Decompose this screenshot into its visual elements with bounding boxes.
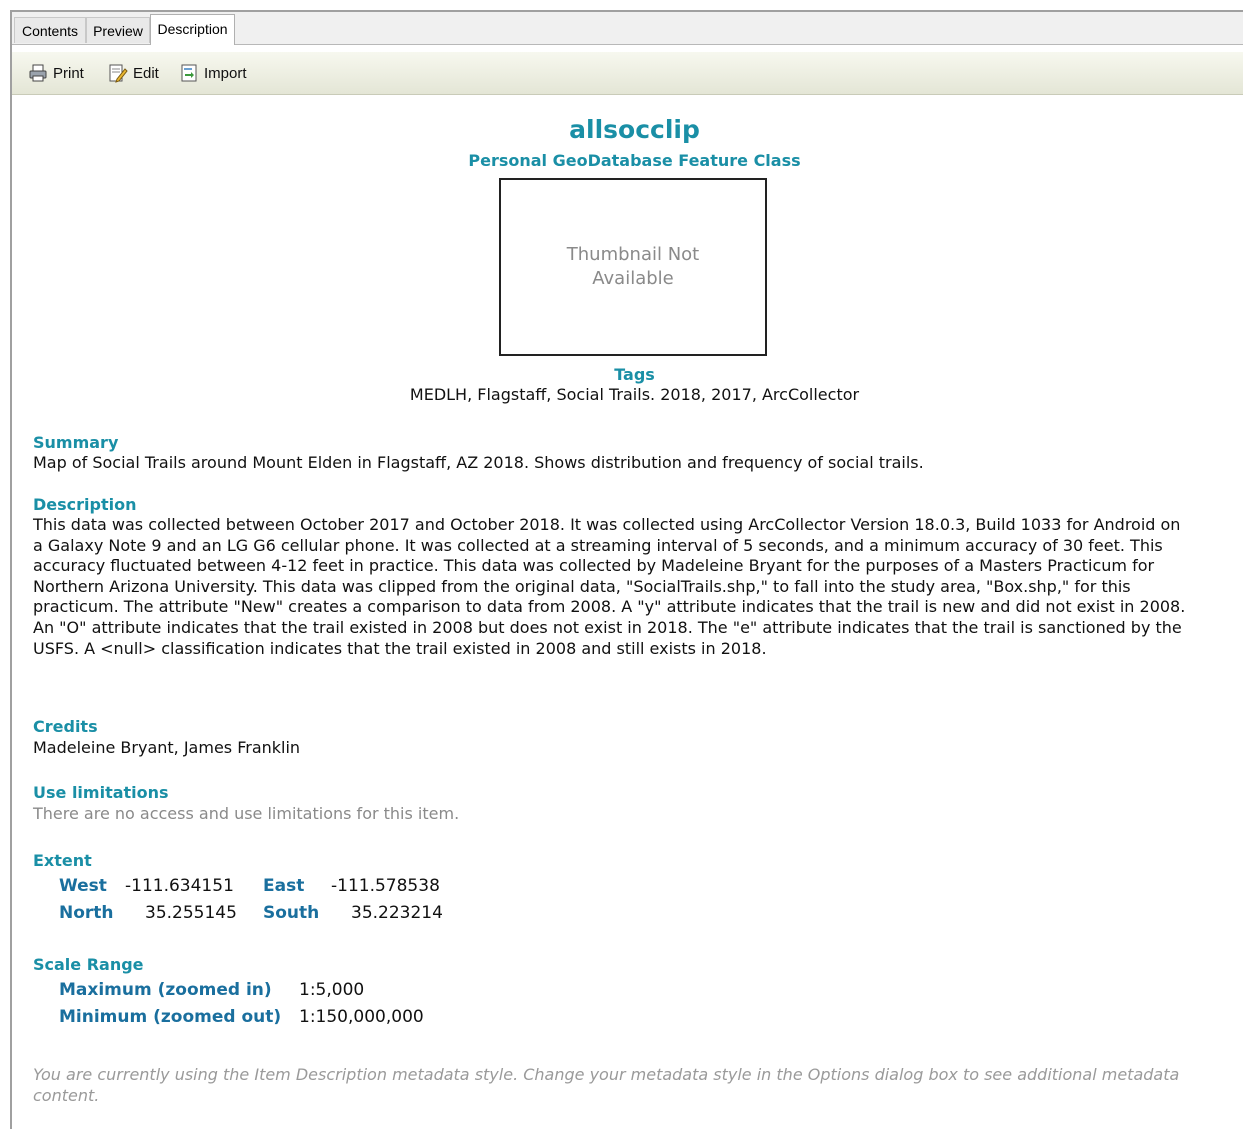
thumbnail-placeholder: Thumbnail Not Available bbox=[499, 178, 767, 356]
extent-south-label: South bbox=[263, 903, 320, 923]
scale-range-heading: Scale Range bbox=[33, 955, 144, 974]
tab-description[interactable]: Description bbox=[150, 14, 235, 45]
extent-west-value: -111.634151 bbox=[125, 876, 234, 896]
extent-north-value: 35.255145 bbox=[145, 903, 237, 923]
thumbnail-text: Thumbnail Not Available bbox=[566, 244, 700, 289]
credits-heading: Credits bbox=[33, 717, 98, 736]
use-limitations-text: There are no access and use limitations … bbox=[33, 804, 460, 823]
description-content: allsocclip Personal GeoDatabase Feature … bbox=[12, 95, 1243, 1129]
edit-label: Edit bbox=[133, 64, 159, 82]
item-title: allsocclip bbox=[569, 115, 700, 144]
tags-value: MEDLH, Flagstaff, Social Trails. 2018, 2… bbox=[409, 385, 860, 404]
description-text: This data was collected between October … bbox=[33, 515, 1186, 658]
extent-south-value: 35.223214 bbox=[351, 903, 443, 923]
extent-west-label: West bbox=[59, 876, 107, 896]
tab-preview[interactable]: Preview bbox=[86, 17, 150, 43]
edit-button[interactable]: Edit bbox=[108, 62, 159, 84]
description-window: Contents Preview Description Print Edit bbox=[10, 10, 1243, 1129]
extent-east-label: East bbox=[263, 876, 305, 896]
description-heading: Description bbox=[33, 495, 137, 514]
summary-heading: Summary bbox=[33, 433, 119, 452]
tags-heading: Tags bbox=[614, 365, 655, 384]
extent-heading: Extent bbox=[33, 851, 92, 870]
import-icon bbox=[181, 64, 197, 82]
summary-text: Map of Social Trails around Mount Elden … bbox=[33, 453, 924, 472]
scale-max-value: 1:5,000 bbox=[299, 980, 365, 1000]
scale-min-label: Minimum (zoomed out) bbox=[59, 1007, 282, 1027]
print-button[interactable]: Print bbox=[28, 62, 84, 84]
item-type: Personal GeoDatabase Feature Class bbox=[468, 151, 801, 170]
scale-max-label: Maximum (zoomed in) bbox=[59, 980, 272, 1000]
metadata-style-note: You are currently using the Item Descrip… bbox=[33, 1065, 1180, 1105]
tab-contents[interactable]: Contents bbox=[14, 17, 86, 43]
extent-north-label: North bbox=[59, 903, 114, 923]
toolbar: Print Edit Import bbox=[12, 52, 1243, 95]
print-label: Print bbox=[53, 64, 84, 82]
credits-text: Madeleine Bryant, James Franklin bbox=[33, 738, 301, 757]
printer-icon bbox=[29, 64, 47, 82]
import-button[interactable]: Import bbox=[179, 62, 247, 84]
use-limitations-heading: Use limitations bbox=[33, 783, 169, 802]
edit-icon bbox=[109, 64, 128, 83]
import-label: Import bbox=[204, 64, 247, 82]
extent-east-value: -111.578538 bbox=[331, 876, 440, 896]
scale-min-value: 1:150,000,000 bbox=[299, 1007, 424, 1027]
tab-bar: Contents Preview Description bbox=[12, 12, 1243, 45]
